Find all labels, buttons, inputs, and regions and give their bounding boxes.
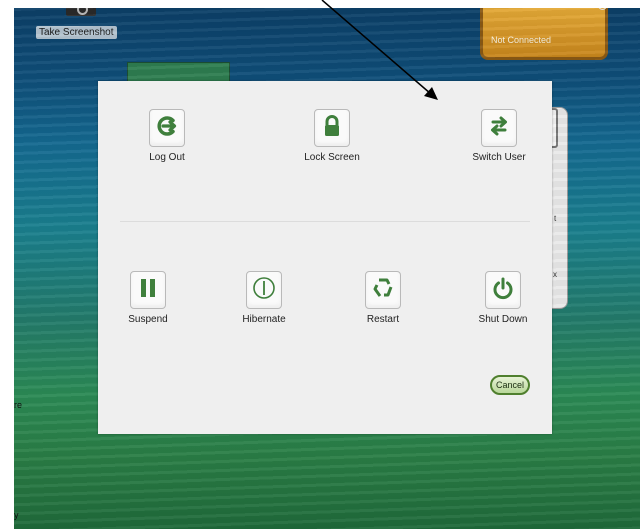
suspend-button[interactable]: Suspend <box>102 271 194 325</box>
log-out-label: Log Out <box>149 152 185 163</box>
suspend-icon <box>130 271 166 309</box>
desktop-edge-text: y <box>14 510 19 520</box>
shut-down-label: Shut Down <box>478 314 528 325</box>
logout-dialog: Log Out Lock Screen Switch User Suspend … <box>98 81 552 434</box>
network-widget[interactable]: Not Connected <box>480 8 608 60</box>
hibernate-icon <box>246 271 282 309</box>
lock-screen-button[interactable]: Lock Screen <box>286 109 378 163</box>
lock-icon <box>314 109 350 147</box>
power-icon <box>485 271 521 309</box>
side-panel-text: x <box>553 270 557 279</box>
log-out-button[interactable]: Log Out <box>121 109 213 163</box>
switch-user-icon <box>481 109 517 147</box>
suspend-label: Suspend <box>128 314 168 325</box>
section-divider <box>120 221 530 222</box>
logout-icon <box>149 109 185 147</box>
restart-button[interactable]: Restart <box>337 271 429 325</box>
cancel-button[interactable]: Cancel <box>490 375 530 395</box>
shut-down-button[interactable]: Shut Down <box>457 271 549 325</box>
hibernate-label: Hibernate <box>242 314 286 325</box>
switch-user-label: Switch User <box>472 152 526 163</box>
restart-label: Restart <box>366 314 400 325</box>
take-screenshot-label: Take Screenshot <box>36 26 117 39</box>
close-icon[interactable] <box>598 8 607 10</box>
desktop-edge-text: re <box>14 400 23 410</box>
side-panel-text: t <box>554 214 557 223</box>
hibernate-button[interactable]: Hibernate <box>218 271 310 325</box>
switch-user-button[interactable]: Switch User <box>453 109 545 163</box>
camera-icon <box>66 8 96 16</box>
take-screenshot-launcher[interactable]: Take Screenshot <box>36 8 126 44</box>
lock-screen-label: Lock Screen <box>304 152 360 163</box>
restart-icon <box>365 271 401 309</box>
network-status: Not Connected <box>491 35 552 45</box>
